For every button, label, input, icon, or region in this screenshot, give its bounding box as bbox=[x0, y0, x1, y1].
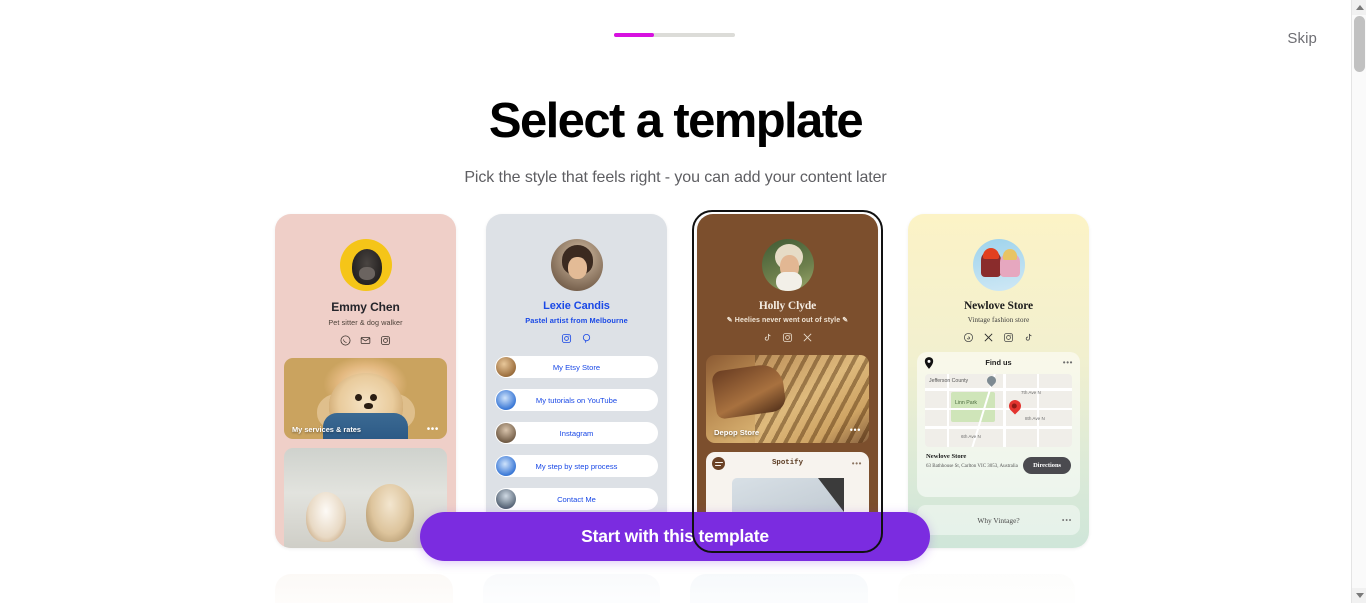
mail-icon[interactable] bbox=[360, 335, 371, 346]
template-card-emmy-chen[interactable]: Emmy Chen Pet sitter & dog walker My ser… bbox=[275, 214, 456, 548]
map-store-pin-icon bbox=[1006, 397, 1024, 415]
profile-tagline: Pastel artist from Melbourne bbox=[525, 316, 628, 325]
threads-icon[interactable] bbox=[963, 332, 974, 343]
profile-tagline: Pet sitter & dog walker bbox=[328, 318, 403, 327]
instagram-icon[interactable] bbox=[380, 335, 391, 346]
social-icons bbox=[285, 335, 446, 346]
template-card-peek[interactable] bbox=[690, 574, 868, 603]
pinterest-icon[interactable] bbox=[581, 333, 592, 344]
link-item[interactable]: Contact Me bbox=[495, 488, 658, 510]
link-item[interactable]: My Etsy Store bbox=[495, 356, 658, 378]
template-card-newlove-store[interactable]: Newlove Store Vintage fashion store Find… bbox=[908, 214, 1089, 548]
template-card-peek[interactable] bbox=[897, 574, 1075, 603]
page-subtitle: Pick the style that feels right - you ca… bbox=[464, 169, 887, 186]
x-icon[interactable] bbox=[983, 332, 994, 343]
image-block-services[interactable]: My services & rates ••• bbox=[284, 358, 447, 439]
link-thumbnail bbox=[496, 423, 516, 443]
profile-tagline: ✎ Heelies never went out of style ✎ bbox=[726, 317, 849, 324]
map-secondary-pin-icon bbox=[985, 374, 998, 387]
link-list: My Etsy Store My tutorials on YouTube In… bbox=[495, 356, 658, 521]
scroll-up-icon[interactable] bbox=[1352, 0, 1366, 15]
template-card-holly-clyde[interactable]: Holly Clyde ✎ Heelies never went out of … bbox=[692, 210, 883, 553]
image-block-caption: Depop Store bbox=[714, 428, 760, 437]
map-label-street-2: 8th Ave N bbox=[1025, 416, 1045, 421]
scroll-down-icon[interactable] bbox=[1352, 588, 1366, 603]
block-menu-icon[interactable]: ••• bbox=[852, 459, 862, 468]
link-block-label: Why Vintage? bbox=[977, 515, 1020, 525]
template-preview[interactable]: Holly Clyde ✎ Heelies never went out of … bbox=[697, 214, 878, 548]
app-viewport: Skip Select a template Pick the style th… bbox=[0, 0, 1366, 603]
social-icons bbox=[707, 332, 868, 343]
block-menu-icon[interactable]: ••• bbox=[427, 425, 439, 435]
map-label-street-1: 7th Ave N bbox=[1021, 390, 1041, 395]
template-preview[interactable]: Emmy Chen Pet sitter & dog walker My ser… bbox=[275, 214, 456, 548]
map-store-address: 63 Bathhouse St, Carlton VIC 3053, Austr… bbox=[926, 464, 1018, 469]
link-label: My Etsy Store bbox=[552, 362, 601, 372]
image-block-depop[interactable]: Depop Store ••• bbox=[706, 355, 869, 443]
tiktok-icon[interactable] bbox=[1023, 332, 1034, 343]
link-label: Instagram bbox=[559, 428, 594, 438]
instagram-icon[interactable] bbox=[1003, 332, 1014, 343]
link-item[interactable]: My tutorials on YouTube bbox=[495, 389, 658, 411]
profile-name: Holly Clyde bbox=[758, 300, 817, 312]
whatsapp-icon[interactable] bbox=[340, 335, 351, 346]
link-block-why-vintage[interactable]: Why Vintage? ••• bbox=[917, 505, 1080, 535]
instagram-icon[interactable] bbox=[782, 332, 793, 343]
avatar bbox=[972, 239, 1025, 291]
profile-name: Emmy Chen bbox=[331, 300, 400, 314]
template-card-lexie-candis[interactable]: Lexie Candis Pastel artist from Melbourn… bbox=[486, 214, 667, 548]
template-grid: Emmy Chen Pet sitter & dog walker My ser… bbox=[275, 210, 1089, 553]
instagram-icon[interactable] bbox=[561, 333, 572, 344]
link-item[interactable]: My step by step process bbox=[495, 455, 658, 477]
block-menu-icon[interactable]: ••• bbox=[1063, 358, 1073, 367]
profile-name: Newlove Store bbox=[963, 300, 1034, 312]
template-preview[interactable]: Newlove Store Vintage fashion store Find… bbox=[908, 214, 1089, 548]
location-pin-icon bbox=[924, 356, 934, 374]
map-block-title: Find us bbox=[985, 357, 1012, 367]
map-store-name: Newlove Store bbox=[926, 453, 967, 460]
avatar bbox=[761, 239, 814, 291]
spotify-icon bbox=[712, 457, 725, 470]
link-label: My step by step process bbox=[535, 461, 618, 471]
social-icons bbox=[496, 333, 657, 344]
scrollbar-thumb[interactable] bbox=[1354, 16, 1365, 72]
image-block-caption: My services & rates bbox=[292, 425, 362, 434]
map-canvas[interactable]: Jefferson County Linn Park 7th Ave N 8th… bbox=[925, 374, 1072, 447]
onboarding-header: Skip bbox=[0, 0, 1351, 72]
link-thumbnail bbox=[496, 456, 516, 476]
spotify-title: Spotify bbox=[771, 459, 804, 467]
profile-tagline: Vintage fashion store bbox=[967, 316, 1030, 324]
start-with-template-button[interactable]: Start with this template bbox=[420, 512, 930, 561]
link-item[interactable]: Instagram bbox=[495, 422, 658, 444]
link-thumbnail bbox=[496, 489, 516, 509]
page-title: Select a template bbox=[488, 94, 864, 148]
map-label-park: Linn Park bbox=[955, 400, 977, 406]
tiktok-icon[interactable] bbox=[762, 332, 773, 343]
avatar bbox=[339, 239, 392, 291]
avatar bbox=[550, 239, 603, 291]
link-thumbnail bbox=[496, 390, 516, 410]
map-label-county: Jefferson County bbox=[929, 378, 969, 384]
template-preview[interactable]: Lexie Candis Pastel artist from Melbourn… bbox=[486, 214, 667, 548]
map-block[interactable]: Find us ••• Jefferson County Linn Park 7… bbox=[917, 352, 1080, 497]
link-label: Contact Me bbox=[557, 494, 596, 504]
template-grid-row-2 bbox=[275, 574, 1075, 603]
template-card-peek[interactable] bbox=[482, 574, 660, 603]
block-menu-icon[interactable]: ••• bbox=[1062, 516, 1072, 525]
onboarding-progress-fill bbox=[614, 33, 654, 37]
template-card-peek[interactable] bbox=[275, 574, 453, 603]
page-scrollbar[interactable] bbox=[1351, 0, 1366, 603]
link-thumbnail bbox=[496, 357, 516, 377]
onboarding-progress-bar bbox=[614, 33, 735, 37]
skip-button[interactable]: Skip bbox=[1281, 26, 1323, 51]
social-icons bbox=[918, 332, 1079, 343]
x-icon[interactable] bbox=[802, 332, 813, 343]
profile-name: Lexie Candis bbox=[543, 300, 610, 312]
block-menu-icon[interactable]: ••• bbox=[850, 425, 861, 435]
map-label-street-3: 6th Ave N bbox=[961, 434, 981, 439]
link-label: My tutorials on YouTube bbox=[535, 395, 618, 405]
directions-button[interactable]: Directions bbox=[1023, 457, 1071, 474]
